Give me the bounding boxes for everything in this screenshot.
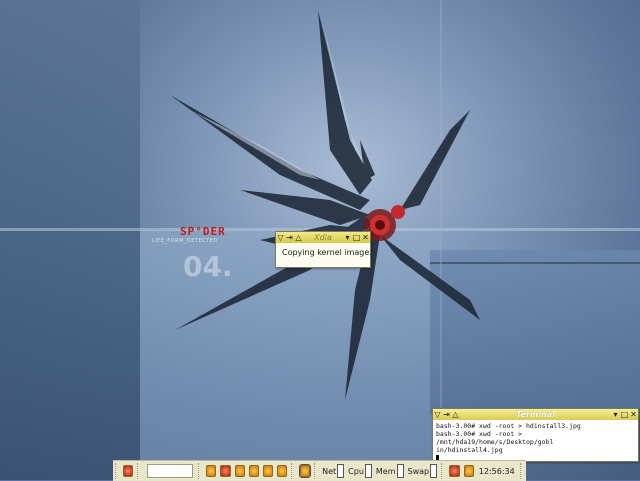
terminal-line: bash-3.00# xwd -root > hdinstall3.jpg [436,422,581,430]
window-list-icon[interactable] [298,464,311,478]
cpu-meter [364,464,372,478]
start-menu-icon[interactable] [123,465,134,477]
run-command-input[interactable] [146,464,193,478]
terminal-titlebar[interactable]: ▽ ⇥ △ Terminal ▾ □ ✕ [433,409,638,420]
wallpaper-number: 04. [183,250,233,283]
terminal-line: bash-3.00# xwd -root > /mnt/hda19/home/s… [436,430,554,446]
taskbar: Net Cpu Mem Swap 12:56:34 [113,460,526,481]
minimize-icon[interactable]: ▾ [343,233,352,242]
terminal-line: in/hdinstall4.jpg [436,446,503,454]
net-monitor[interactable]: Net [322,464,345,478]
taskbar-separator [197,463,202,479]
taskbar-separator [137,463,141,479]
maximize-icon[interactable]: □ [620,410,629,419]
launcher-icon[interactable] [234,465,245,477]
launcher-icon[interactable] [220,465,231,477]
menu-down-icon[interactable]: ▽ [433,410,442,419]
wallpaper-logo: SP°DER [180,225,226,238]
clock[interactable]: 12:56:34 [479,467,515,476]
swap-meter [430,464,438,478]
minimize-icon[interactable]: ▾ [611,410,620,419]
terminal-window: ▽ ⇥ △ Terminal ▾ □ ✕ bash-3.00# xwd -roo… [432,408,639,462]
taskbar-separator [291,463,295,479]
roll-up-icon[interactable]: △ [294,233,303,242]
taskbar-grip[interactable] [519,463,524,479]
terminal-output[interactable]: bash-3.00# xwd -root > hdinstall3.jpg ba… [433,420,638,464]
swap-label: Swap [407,466,430,476]
window-title: Terminal [516,410,555,419]
tray-app-icon[interactable] [463,465,474,477]
mem-monitor[interactable]: Mem [376,464,404,478]
mem-label: Mem [375,466,396,476]
shade-icon[interactable]: ⇥ [442,410,451,419]
xdialog-titlebar[interactable]: ▽ ⇥ △ Xdia ▾ □ ✕ [276,232,370,243]
launcher-icon[interactable] [206,465,217,477]
dialog-message: Copying kernel image... [282,248,377,257]
cpu-monitor[interactable]: Cpu [348,464,372,478]
close-icon[interactable]: ✕ [361,233,370,242]
close-icon[interactable]: ✕ [629,410,638,419]
launcher-icon[interactable] [263,465,274,477]
mem-meter [396,464,404,478]
xdialog-window: ▽ ⇥ △ Xdia ▾ □ ✕ Copying kernel image... [275,231,377,268]
net-label: Net [322,466,337,476]
taskbar-separator [441,463,445,479]
cpu-label: Cpu [348,466,364,476]
window-title: Xdia [314,233,332,242]
launcher-icon[interactable] [248,465,259,477]
taskbar-grip[interactable] [115,463,119,479]
roll-up-icon[interactable]: △ [451,410,460,419]
wallpaper-subtitle: LIFE_FORM_DETECTED [152,238,218,244]
swap-monitor[interactable]: Swap [408,464,438,478]
maximize-icon[interactable]: □ [352,233,361,242]
shade-icon[interactable]: ⇥ [285,233,294,242]
tray-app-icon[interactable] [449,465,460,477]
launcher-icon[interactable] [277,465,288,477]
menu-down-icon[interactable]: ▽ [276,233,285,242]
net-meter [337,464,345,478]
taskbar-separator [313,463,318,479]
